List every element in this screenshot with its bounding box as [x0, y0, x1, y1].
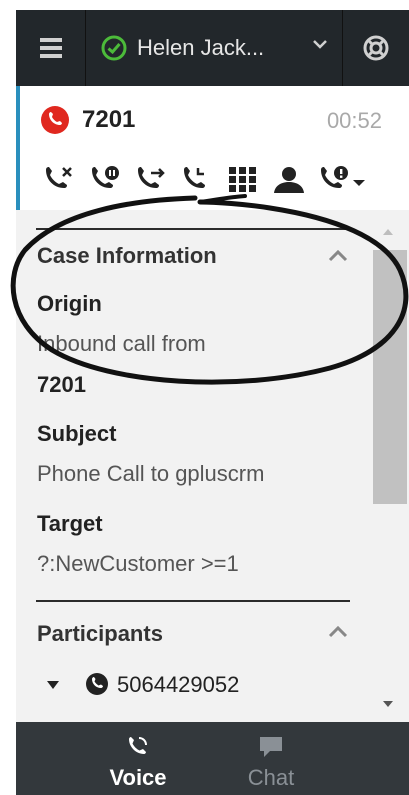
- case-information-title: Case Information: [37, 243, 217, 268]
- subject-value: Phone Call to gpluscrm: [37, 461, 265, 486]
- menu-button[interactable]: [16, 10, 86, 86]
- origin-label: Origin: [37, 291, 102, 316]
- subject-label: Subject: [37, 421, 117, 446]
- chevron-down-icon: [313, 40, 327, 49]
- call-timer: 00:52: [326, 108, 382, 133]
- transfer-call-button[interactable]: [132, 162, 170, 198]
- origin-number: 7201: [37, 372, 86, 397]
- hold-call-icon: [92, 166, 119, 188]
- target-label: Target: [37, 511, 103, 536]
- top-bar: Helen Jack...: [16, 10, 409, 86]
- lifebuoy-icon: [363, 35, 389, 61]
- phone-icon: [129, 737, 147, 754]
- target-value: ?:NewCustomer >=1: [37, 551, 239, 576]
- call-number: 7201: [82, 106, 136, 133]
- keypad-icon: [229, 167, 256, 192]
- voicemail-icon: [321, 166, 348, 188]
- participant-phone-icon: [86, 673, 108, 695]
- scrollbar-thumb[interactable]: [373, 250, 407, 504]
- consult-call-button[interactable]: [178, 162, 216, 198]
- end-call-button[interactable]: [40, 162, 78, 198]
- participants-title: Participants: [37, 621, 163, 646]
- contact-icon: [274, 167, 304, 193]
- agent-name: Helen Jack...: [137, 35, 265, 60]
- scroll-down-arrow-icon[interactable]: [382, 700, 394, 708]
- collapse-case-information-icon[interactable]: [328, 250, 348, 262]
- hold-call-button[interactable]: [86, 162, 124, 198]
- participant-number: 5064429052: [117, 672, 240, 697]
- tab-voice[interactable]: Voice: [88, 722, 188, 795]
- hamburger-icon: [39, 38, 62, 58]
- section-divider: [36, 600, 350, 602]
- chat-bubble-icon: [260, 737, 282, 757]
- check-circle-icon: [101, 35, 127, 61]
- case-panel: Case Information Origin Inbound call fro…: [16, 210, 409, 722]
- consult-call-icon: [184, 167, 205, 188]
- tab-chat[interactable]: Chat: [221, 722, 321, 795]
- voicemail-button[interactable]: [316, 162, 368, 198]
- support-button[interactable]: [343, 10, 409, 86]
- tab-chat-label: Chat: [247, 765, 295, 790]
- call-actions-toolbar: [40, 162, 368, 198]
- call-header: 7201 00:52: [16, 86, 409, 210]
- end-call-icon: [46, 167, 72, 188]
- section-divider: [36, 228, 350, 230]
- transfer-call-icon: [138, 167, 165, 188]
- bottom-tab-bar: Voice Chat: [16, 722, 409, 795]
- collapse-participants-icon[interactable]: [328, 626, 348, 638]
- agent-status-dropdown[interactable]: Helen Jack...: [87, 10, 343, 86]
- origin-value: Inbound call from: [37, 331, 206, 356]
- call-status-icon: [41, 106, 69, 134]
- more-dropdown-icon[interactable]: [352, 178, 366, 188]
- contact-button[interactable]: [270, 162, 308, 198]
- scroll-up-arrow-icon[interactable]: [382, 228, 394, 236]
- expand-participant-icon[interactable]: [46, 680, 60, 690]
- agent-desktop-panel: Helen Jack... 7201 00:52 Case Informatio…: [16, 10, 409, 795]
- tab-voice-label: Voice: [109, 765, 167, 790]
- keypad-button[interactable]: [224, 162, 262, 198]
